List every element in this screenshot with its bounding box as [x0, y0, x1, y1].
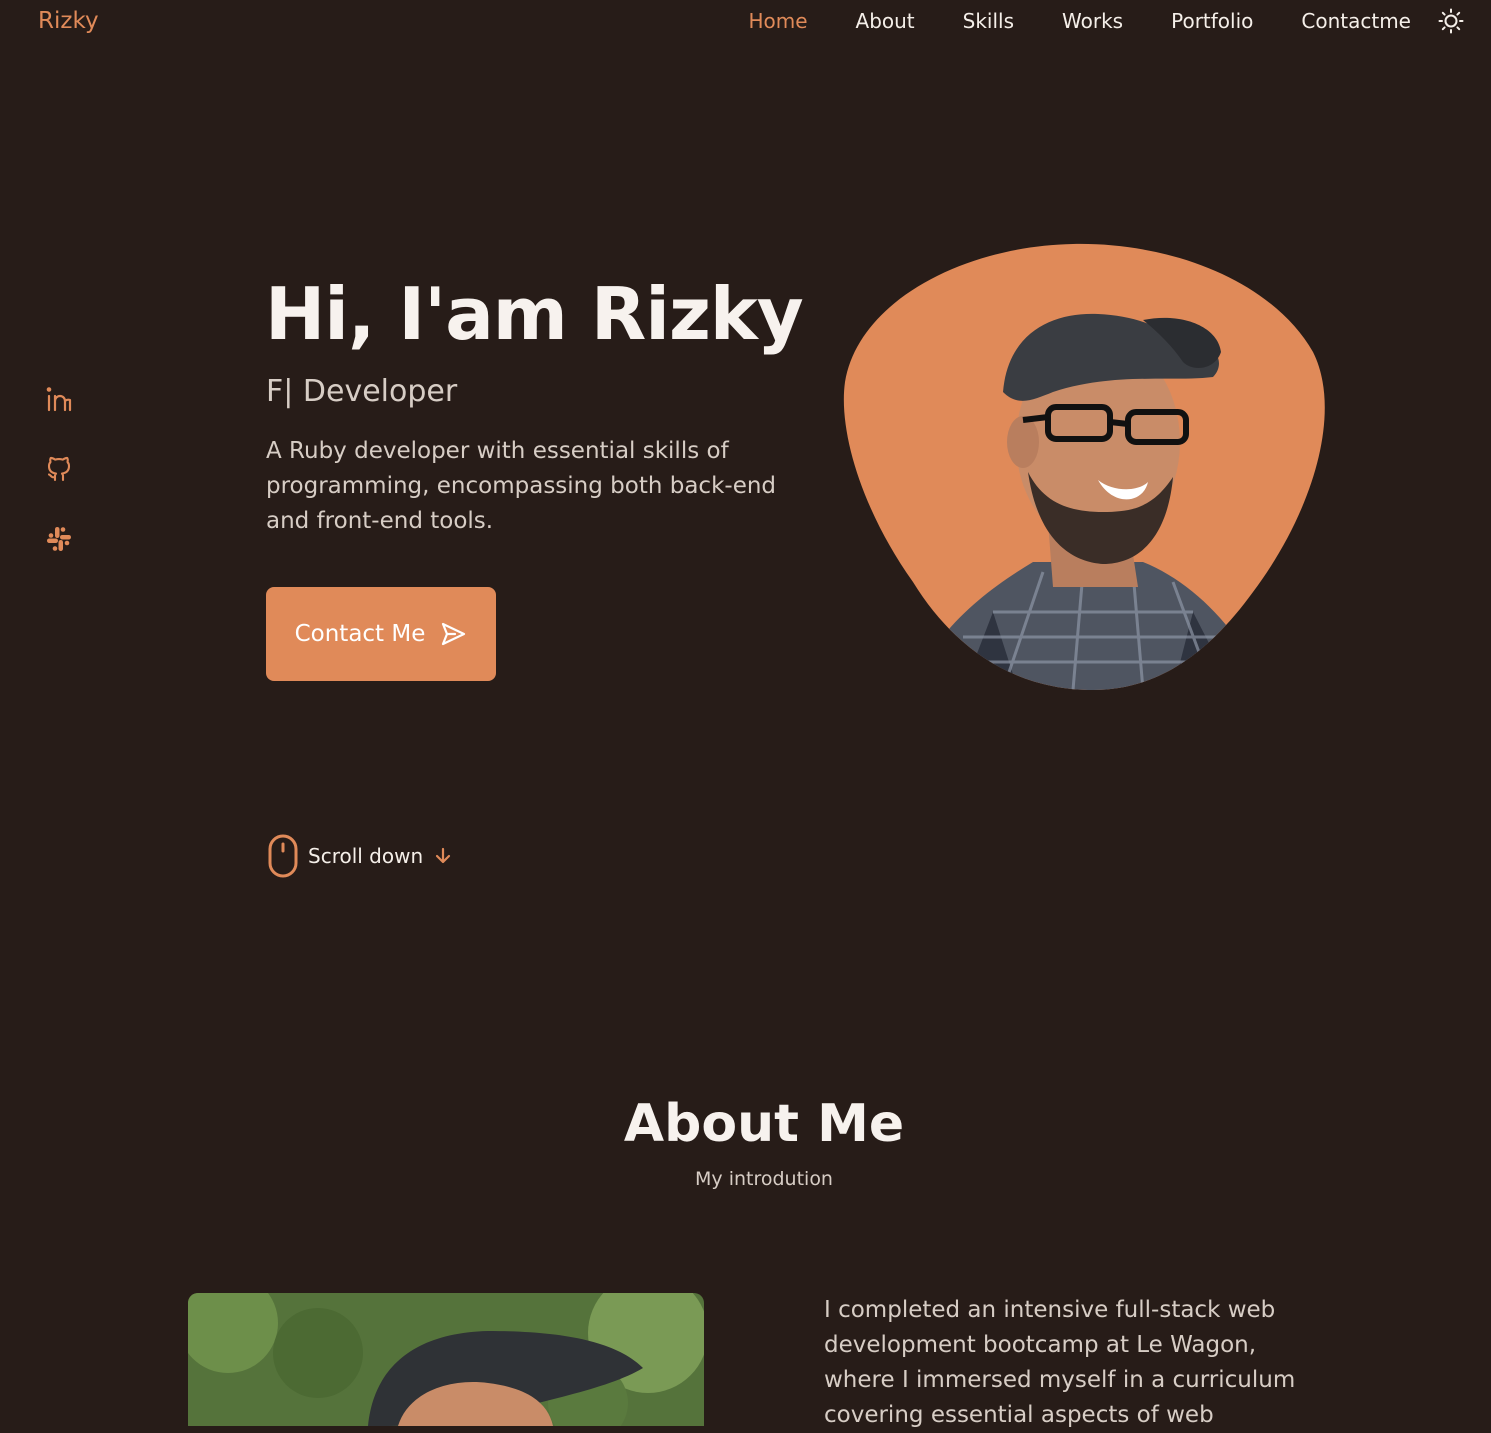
slack-icon[interactable] — [44, 524, 74, 554]
about-photo — [188, 1293, 704, 1426]
mouse-icon — [268, 834, 298, 878]
hero-description: A Ruby developer with essential skills o… — [266, 438, 777, 534]
send-icon — [442, 622, 466, 646]
hero-title: Hi, I'am Rizky — [265, 272, 804, 356]
hero-subtitle: F| Developer — [266, 374, 458, 409]
scroll-down-label: Scroll down — [308, 844, 424, 868]
nav-link-works[interactable]: Works — [1062, 9, 1123, 33]
nav-links: Home About Skills Works Portfolio Contac… — [700, 9, 1411, 33]
sun-icon[interactable] — [1438, 8, 1464, 34]
nav-link-skills[interactable]: Skills — [963, 9, 1014, 33]
navbar: Rizky Home About Skills Works Portfolio … — [0, 0, 1491, 44]
about-subtitle: My introdution — [695, 1168, 833, 1190]
nav-link-portfolio[interactable]: Portfolio — [1171, 9, 1253, 33]
social-links — [44, 384, 74, 554]
arrow-down-icon — [436, 847, 451, 864]
logo[interactable]: Rizky — [38, 8, 99, 34]
nav-link-about[interactable]: About — [856, 9, 915, 33]
nav-link-contactme[interactable]: Contactme — [1301, 9, 1411, 33]
contact-me-label: Contact Me — [294, 621, 426, 647]
nav-link-home[interactable]: Home — [748, 9, 807, 33]
hero-portrait — [843, 243, 1325, 690]
about-text: I completed an intensive full-stack web … — [824, 1297, 1296, 1428]
linkedin-icon[interactable] — [44, 384, 74, 414]
scroll-down[interactable]: Scroll down — [268, 834, 453, 878]
about-title: About Me — [623, 1094, 905, 1154]
contact-me-button[interactable]: Contact Me — [266, 587, 496, 681]
github-icon[interactable] — [44, 454, 74, 484]
